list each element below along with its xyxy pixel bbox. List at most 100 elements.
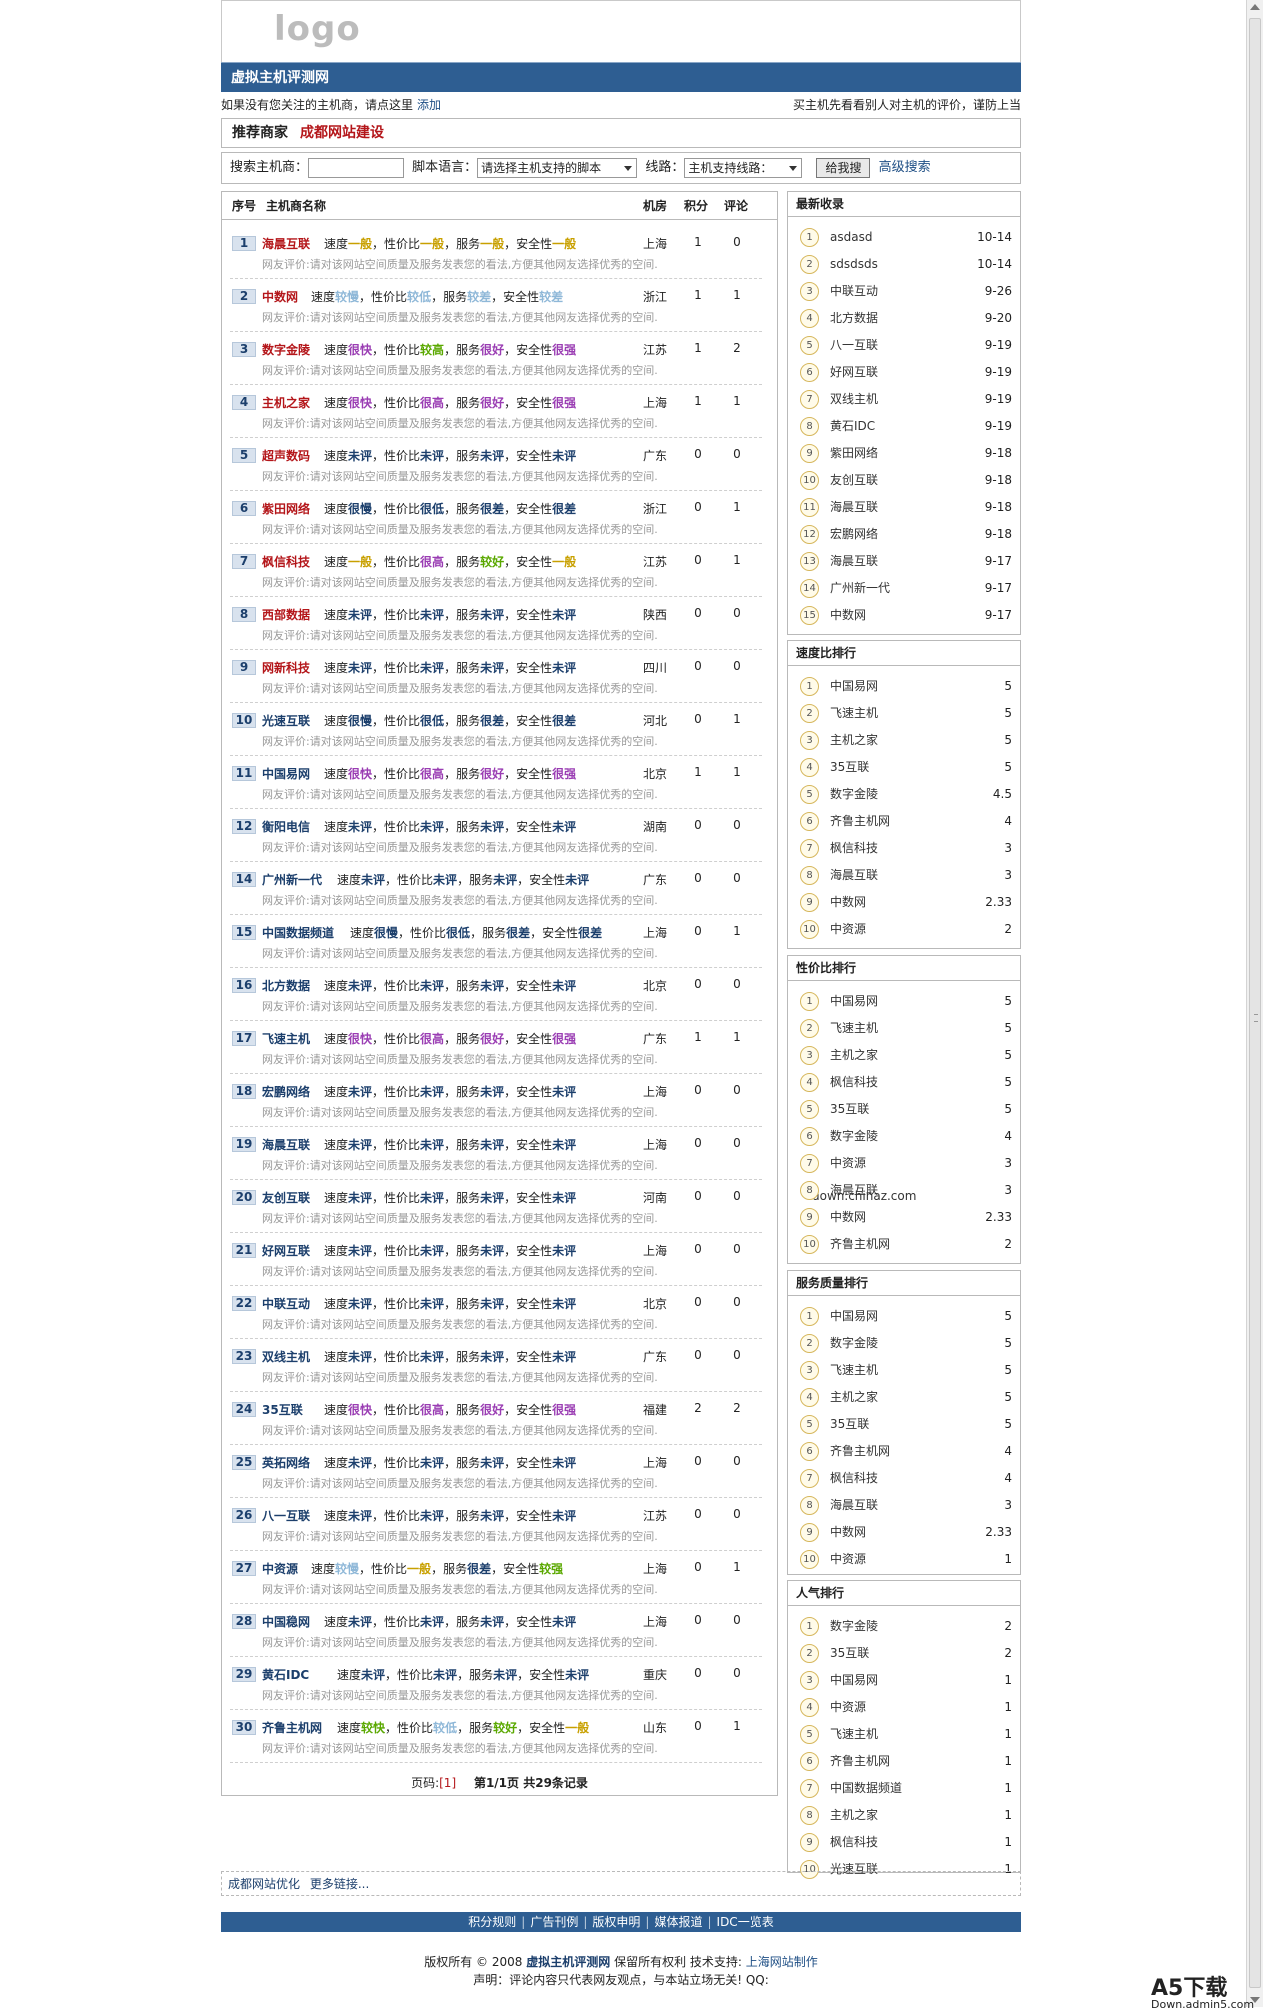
rank-host-link[interactable]: 海晨互联	[830, 1180, 878, 1200]
rank-item[interactable]: 3 飞速主机 5	[800, 1360, 1012, 1380]
host-name-link[interactable]: 光速互联	[262, 712, 310, 729]
rank-host-link[interactable]: 中资源	[830, 1697, 866, 1717]
rank-host-link[interactable]: 黄石IDC	[830, 416, 875, 436]
rank-host-link[interactable]: 友创互联	[830, 470, 878, 490]
review-prompt-link[interactable]: 网友评价:请对该网站空间质量及服务发表您的看法,方便其他网友选择优秀的空间.	[262, 1157, 658, 1173]
review-prompt-link[interactable]: 网友评价:请对该网站空间质量及服务发表您的看法,方便其他网友选择优秀的空间.	[262, 892, 658, 908]
host-name-link[interactable]: 宏鹏网络	[262, 1083, 310, 1100]
rank-item[interactable]: 9 中数网 2.33	[800, 892, 1012, 912]
rank-item[interactable]: 2 飞速主机 5	[800, 1018, 1012, 1038]
rank-item[interactable]: 4 中资源 1	[800, 1697, 1012, 1717]
rank-host-link[interactable]: 飞速主机	[830, 703, 878, 723]
rank-host-link[interactable]: 中联互动	[830, 281, 878, 301]
host-name-link[interactable]: 友创互联	[262, 1189, 310, 1206]
host-search-input[interactable]	[308, 157, 405, 178]
rank-item[interactable]: 3 主机之家 5	[800, 1045, 1012, 1065]
host-name-link[interactable]: 紫田网络	[262, 500, 310, 517]
rank-host-link[interactable]: 中国数据频道	[830, 1778, 902, 1798]
review-prompt-link[interactable]: 网友评价:请对该网站空间质量及服务发表您的看法,方便其他网友选择优秀的空间.	[262, 1528, 658, 1544]
rank-host-link[interactable]: 主机之家	[830, 1045, 878, 1065]
rank-item[interactable]: 4 35互联 5	[800, 757, 1012, 777]
rank-item[interactable]: 2 sdsdsds 10-14	[800, 254, 1012, 274]
rank-item[interactable]: 4 枫信科技 5	[800, 1072, 1012, 1092]
rank-host-link[interactable]: 海晨互联	[830, 551, 878, 571]
rank-item[interactable]: 8 主机之家 1	[800, 1805, 1012, 1825]
rank-item[interactable]: 5 八一互联 9-19	[800, 335, 1012, 355]
rank-host-link[interactable]: 海晨互联	[830, 865, 878, 885]
review-prompt-link[interactable]: 网友评价:请对该网站空间质量及服务发表您的看法,方便其他网友选择优秀的空间.	[262, 945, 658, 961]
tech-support-link[interactable]: 上海网站制作	[746, 1955, 818, 1969]
review-prompt-link[interactable]: 网友评价:请对该网站空间质量及服务发表您的看法,方便其他网友选择优秀的空间.	[262, 680, 658, 696]
review-prompt-link[interactable]: 网友评价:请对该网站空间质量及服务发表您的看法,方便其他网友选择优秀的空间.	[262, 1316, 658, 1332]
rank-host-link[interactable]: 双线主机	[830, 389, 878, 409]
rank-host-link[interactable]: 飞速主机	[830, 1724, 878, 1744]
rank-item[interactable]: 15 中数网 9-17	[800, 605, 1012, 625]
rank-item[interactable]: 10 中资源 1	[800, 1549, 1012, 1569]
rank-host-link[interactable]: 广州新一代	[830, 578, 890, 598]
host-name-link[interactable]: 八一互联	[262, 1507, 310, 1524]
footer-link[interactable]: 积分规则	[468, 1915, 516, 1929]
host-name-link[interactable]: 中数网	[262, 288, 298, 305]
rank-host-link[interactable]: 35互联	[830, 757, 869, 777]
rank-item[interactable]: 2 飞速主机 5	[800, 703, 1012, 723]
rank-item[interactable]: 9 紫田网络 9-18	[800, 443, 1012, 463]
rank-host-link[interactable]: 数字金陵	[830, 1616, 878, 1636]
rank-item[interactable]: 6 齐鲁主机网 4	[800, 811, 1012, 831]
footer-link[interactable]: IDC一览表	[717, 1915, 774, 1929]
rank-item[interactable]: 10 齐鲁主机网 2	[800, 1234, 1012, 1254]
rank-item[interactable]: 6 数字金陵 4	[800, 1126, 1012, 1146]
rank-host-link[interactable]: 齐鲁主机网	[830, 1751, 890, 1771]
rank-item[interactable]: 2 35互联 2	[800, 1643, 1012, 1663]
review-prompt-link[interactable]: 网友评价:请对该网站空间质量及服务发表您的看法,方便其他网友选择优秀的空间.	[262, 1051, 658, 1067]
rank-host-link[interactable]: 飞速主机	[830, 1018, 878, 1038]
review-prompt-link[interactable]: 网友评价:请对该网站空间质量及服务发表您的看法,方便其他网友选择优秀的空间.	[262, 1210, 658, 1226]
host-name-link[interactable]: 海晨互联	[262, 235, 310, 252]
host-name-link[interactable]: 西部数据	[262, 606, 310, 623]
rank-host-link[interactable]: sdsdsds	[830, 254, 878, 274]
rank-item[interactable]: 3 中国易网 1	[800, 1670, 1012, 1690]
more-links[interactable]: 更多链接...	[310, 1877, 369, 1891]
rank-host-link[interactable]: 海晨互联	[830, 497, 878, 517]
review-prompt-link[interactable]: 网友评价:请对该网站空间质量及服务发表您的看法,方便其他网友选择优秀的空间.	[262, 415, 658, 431]
review-prompt-link[interactable]: 网友评价:请对该网站空间质量及服务发表您的看法,方便其他网友选择优秀的空间.	[262, 362, 658, 378]
rank-item[interactable]: 13 海晨互联 9-17	[800, 551, 1012, 571]
footer-site-link[interactable]: 虚拟主机评测网	[526, 1955, 610, 1969]
rank-host-link[interactable]: 中资源	[830, 1153, 866, 1173]
rank-host-link[interactable]: 中资源	[830, 919, 866, 939]
scroll-thumb[interactable]	[1249, 18, 1261, 1988]
line-select[interactable]: 主机支持线路：	[684, 157, 803, 178]
rank-item[interactable]: 9 中数网 2.33	[800, 1522, 1012, 1542]
review-prompt-link[interactable]: 网友评价:请对该网站空间质量及服务发表您的看法,方便其他网友选择优秀的空间.	[262, 733, 658, 749]
host-name-link[interactable]: 数字金陵	[262, 341, 310, 358]
rank-host-link[interactable]: 中数网	[830, 892, 866, 912]
review-prompt-link[interactable]: 网友评价:请对该网站空间质量及服务发表您的看法,方便其他网友选择优秀的空间.	[262, 468, 658, 484]
rank-host-link[interactable]: 主机之家	[830, 1805, 878, 1825]
rank-item[interactable]: 5 飞速主机 1	[800, 1724, 1012, 1744]
rank-item[interactable]: 4 主机之家 5	[800, 1387, 1012, 1407]
review-prompt-link[interactable]: 网友评价:请对该网站空间质量及服务发表您的看法,方便其他网友选择优秀的空间.	[262, 627, 658, 643]
host-name-link[interactable]: 中国易网	[262, 765, 310, 782]
host-name-link[interactable]: 英拓网络	[262, 1454, 310, 1471]
rank-host-link[interactable]: 紫田网络	[830, 443, 878, 463]
rank-host-link[interactable]: 枫信科技	[830, 1468, 878, 1488]
rank-item[interactable]: 1 asdasd 10-14	[800, 227, 1012, 247]
rank-item[interactable]: 6 齐鲁主机网 1	[800, 1751, 1012, 1771]
rank-host-link[interactable]: 中数网	[830, 1522, 866, 1542]
review-prompt-link[interactable]: 网友评价:请对该网站空间质量及服务发表您的看法,方便其他网友选择优秀的空间.	[262, 1104, 658, 1120]
review-prompt-link[interactable]: 网友评价:请对该网站空间质量及服务发表您的看法,方便其他网友选择优秀的空间.	[262, 1422, 658, 1438]
advanced-search-link[interactable]: 高级搜索	[879, 160, 931, 175]
rank-item[interactable]: 7 双线主机 9-19	[800, 389, 1012, 409]
host-name-link[interactable]: 中联互动	[262, 1295, 310, 1312]
rank-host-link[interactable]: 枫信科技	[830, 838, 878, 858]
rank-item[interactable]: 1 数字金陵 2	[800, 1616, 1012, 1636]
rank-host-link[interactable]: 35互联	[830, 1643, 869, 1663]
review-prompt-link[interactable]: 网友评价:请对该网站空间质量及服务发表您的看法,方便其他网友选择优秀的空间.	[262, 1687, 658, 1703]
host-name-link[interactable]: 齐鲁主机网	[262, 1719, 322, 1736]
host-name-link[interactable]: 海晨互联	[262, 1136, 310, 1153]
pager-current-link[interactable]: [1]	[439, 1776, 456, 1790]
host-name-link[interactable]: 双线主机	[262, 1348, 310, 1365]
rank-host-link[interactable]: 35互联	[830, 1414, 869, 1434]
script-select[interactable]: 请选择主机支持的脚本	[477, 157, 638, 178]
rank-host-link[interactable]: 中国易网	[830, 1306, 878, 1326]
review-prompt-link[interactable]: 网友评价:请对该网站空间质量及服务发表您的看法,方便其他网友选择优秀的空间.	[262, 574, 658, 590]
